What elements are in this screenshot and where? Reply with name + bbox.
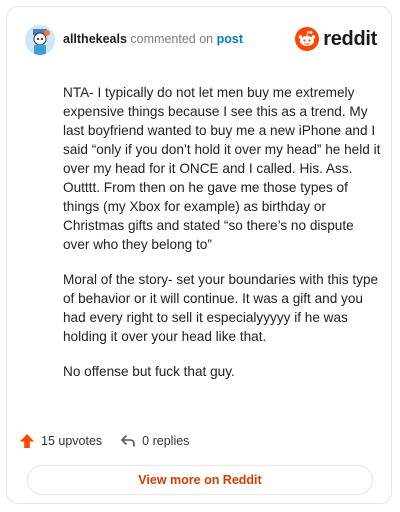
action-text: commented on	[130, 32, 214, 46]
comment-embed-card: allthekeals commented on post reddit NTA…	[6, 6, 392, 504]
username-link[interactable]: allthekeals	[63, 32, 127, 46]
reply-button[interactable]: 0 replies	[120, 433, 189, 449]
reply-arrow-icon	[121, 435, 135, 447]
comment-paragraph: NTA- I typically do not let men buy me e…	[63, 85, 381, 252]
upvote-arrow-icon	[20, 434, 34, 448]
comment-paragraph: Moral of the story- set your boundaries …	[63, 272, 379, 344]
reddit-brand[interactable]: reddit	[295, 27, 377, 51]
comment-body: NTA- I typically do not let men buy me e…	[63, 83, 381, 397]
avatar-icon	[25, 25, 55, 55]
reply-count: 0 replies	[142, 434, 190, 448]
upvote-button[interactable]: 15 upvotes	[19, 433, 102, 449]
comment-actions: 15 upvotes 0 replies	[19, 433, 189, 449]
comment-header: allthekeals commented on post reddit	[21, 19, 377, 59]
view-more-button[interactable]: View more on Reddit	[27, 465, 373, 495]
comment-paragraph: No offense but fuck that guy.	[63, 364, 235, 379]
brand-name: reddit	[323, 27, 377, 50]
user-avatar[interactable]	[25, 25, 55, 55]
comment-meta: allthekeals commented on post	[63, 32, 243, 46]
reddit-logo-icon	[295, 27, 320, 51]
upvote-count: 15 upvotes	[41, 434, 103, 448]
post-link[interactable]: post	[217, 32, 243, 46]
